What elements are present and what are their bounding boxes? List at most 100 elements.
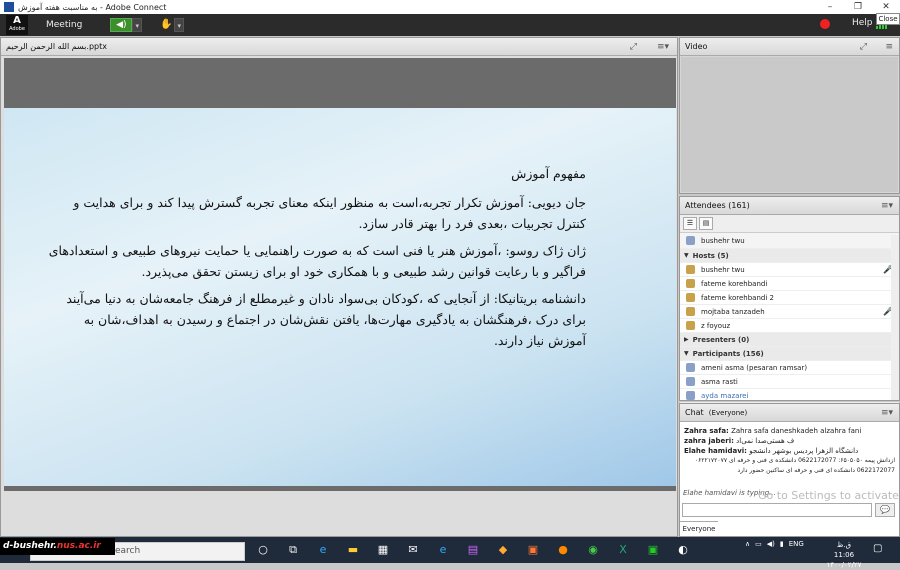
presenters-label: Presenters (0) <box>692 335 750 344</box>
video-pod-header: Video ⤢ ≡ <box>680 38 899 56</box>
status-dropdown-icon[interactable]: ▾ <box>174 18 185 32</box>
system-tray: ∧ ▭ ◀) ▮ ENG <box>745 540 804 548</box>
hosts-section[interactable]: ▼ Hosts (5) <box>680 249 899 263</box>
pod-menu-icon[interactable]: ≡▾ <box>881 201 893 211</box>
notification-icon[interactable]: ▢ <box>873 543 887 556</box>
share-pod-header: بسم الله الرحمن الرحیم.pptx ⤢ ≡▾ <box>1 38 677 56</box>
list-item[interactable]: ameni asma (pesaran ramsar) <box>680 361 899 375</box>
user-icon <box>686 236 695 245</box>
chrome-icon[interactable]: ◉ <box>582 540 604 560</box>
battery-icon[interactable]: ▮ <box>780 540 784 548</box>
participant-icon <box>686 363 695 372</box>
chat-messages: Zahra safa: Zahra safa daneshkadeh alzah… <box>680 422 899 480</box>
firefox-icon[interactable]: ● <box>552 540 574 560</box>
app-icon[interactable]: ▣ <box>522 540 544 560</box>
participants-section[interactable]: ▼ Participants (156) <box>680 347 899 361</box>
share-pod-title: بسم الله الرحمن الرحیم.pptx <box>6 42 107 51</box>
logo-text: Adobe <box>9 26 25 32</box>
pod-menu-icon[interactable]: ≡▾ <box>657 42 669 52</box>
chat-text: ازدانش پیمه ۶۵۰۵۰۵۰: 0622172077 دانشکده … <box>694 457 895 464</box>
chevron-up-icon[interactable]: ∧ <box>745 540 750 548</box>
chat-input[interactable] <box>682 503 872 517</box>
fullscreen-icon[interactable]: ⤢ <box>630 42 637 52</box>
minimize-button[interactable]: – <box>816 0 844 14</box>
close-button[interactable]: ✕ <box>872 0 900 14</box>
slide-text: مفهوم آموزش جان دیویی: آموزش تکرار تجربه… <box>46 163 586 357</box>
window-title: به مناسبت هفته آموزش - Adobe Connect <box>18 2 167 12</box>
clock[interactable]: ق.ظ 11:06 ۱۴۰۰/۰۲/۲۷ <box>826 540 862 570</box>
list-item[interactable]: bushehr twu 🎤 <box>680 263 899 277</box>
slide-paragraph: ژان ژاک روسو: ،آموزش هنر یا فنی است که ب… <box>48 243 586 279</box>
file-explorer-icon[interactable]: ▬ <box>342 540 364 560</box>
host-icon <box>686 265 695 274</box>
app-icon[interactable]: ▣ <box>642 540 664 560</box>
attendee-name: ameni asma (pesaran ramsar) <box>701 363 808 372</box>
list-item[interactable]: fateme korehbandi <box>680 277 899 291</box>
chat-text: Zahra safa daneshkadeh alzahra fani <box>731 427 862 435</box>
search-text: earch <box>115 546 141 556</box>
meeting-menu[interactable]: Meeting <box>46 20 82 30</box>
attendees-pod-header: Attendees (161) ≡▾ <box>680 197 899 215</box>
list-item[interactable]: z foyouz <box>680 319 899 333</box>
excel-icon[interactable]: X <box>612 540 634 560</box>
speaker-dropdown-icon[interactable]: ▾ <box>132 18 143 32</box>
slide-heading: مفهوم آموزش <box>511 166 586 181</box>
menubar: A Adobe Meeting ◀) ▾ ✋ ▾ <box>0 14 900 36</box>
restore-button[interactable]: ❐ <box>844 0 872 14</box>
brand-domain: nus.ac.ir <box>56 541 101 551</box>
record-icon[interactable] <box>820 19 830 29</box>
speaker-icon[interactable]: ◀) <box>110 18 133 32</box>
task-view-icon[interactable]: ⧉ <box>282 540 304 560</box>
list-item[interactable]: mojtaba tanzadeh 🎤 <box>680 305 899 319</box>
presenters-section[interactable]: ▶ Presenters (0) <box>680 333 899 347</box>
brand-text: d-bushehr. <box>3 541 57 551</box>
pod-menu-icon[interactable]: ≡▾ <box>881 408 893 418</box>
share-pod-footer <box>1 491 677 536</box>
slide-paragraph: جان دیویی: آموزش تکرار تجربه،است به منظو… <box>73 195 586 231</box>
chat-message: Zahra safa: Zahra safa daneshkadeh alzah… <box>684 426 895 436</box>
chat-text: ف هستی‌صدا نمی‌اد <box>736 437 795 445</box>
attendees-pod: Attendees (161) ≡▾ ☰ ▤ bushehr twu ▼ Hos… <box>679 196 900 403</box>
cortana-icon[interactable]: ○ <box>252 540 274 560</box>
app-icon[interactable]: ◐ <box>672 540 694 560</box>
site-brand: d-bushehr.nus.ac.ir <box>0 538 115 555</box>
chat-tab-everyone[interactable]: Everyone <box>680 521 718 536</box>
pod-menu-icon[interactable]: ≡ <box>885 42 893 52</box>
help-menu[interactable]: Help <box>852 18 873 28</box>
hosts-label: Hosts (5) <box>692 251 729 260</box>
raise-hand-icon[interactable]: ✋ <box>158 18 174 32</box>
current-user[interactable]: bushehr twu <box>680 233 899 249</box>
chat-sender: Elahe hamidavi: <box>684 447 747 455</box>
language-indicator[interactable]: ENG <box>789 540 804 548</box>
adobe-logo: A Adobe <box>6 15 28 35</box>
fullscreen-icon[interactable]: ⤢ <box>860 42 867 52</box>
attendee-name: fateme korehbandi <box>701 279 768 288</box>
attendee-name: bushehr twu <box>701 265 745 274</box>
chat-pod-header: Chat (Everyone) ≡▾ <box>680 404 899 422</box>
attendee-name: asma rasti <box>701 377 738 386</box>
participant-icon <box>686 377 695 386</box>
user-view-icon[interactable]: ▤ <box>699 217 713 230</box>
video-area <box>681 57 898 192</box>
attendees-scrollbar[interactable] <box>891 235 899 400</box>
attendee-name: fateme korehbandi 2 <box>701 293 774 302</box>
send-icon[interactable]: 💬 <box>875 503 895 517</box>
attendees-toolbar: ☰ ▤ <box>680 215 899 233</box>
app-icon[interactable]: ◆ <box>492 540 514 560</box>
list-item[interactable]: ayda mazarei <box>680 389 899 403</box>
edge-icon[interactable]: e <box>312 540 334 560</box>
list-item[interactable]: asma rasti <box>680 375 899 389</box>
participants-label: Participants (156) <box>692 349 764 358</box>
attendee-name: ayda mazarei <box>701 391 749 400</box>
expand-arrow-icon: ▼ <box>684 252 689 259</box>
list-view-icon[interactable]: ☰ <box>683 217 697 230</box>
app-icon[interactable]: ▤ <box>462 540 484 560</box>
chat-text: 0622172077 دانشکده ای فنی و حرفه ای ساکن… <box>737 467 895 474</box>
ie-icon[interactable]: e <box>432 540 454 560</box>
list-item[interactable]: fateme korehbandi 2 <box>680 291 899 305</box>
network-icon[interactable]: ▭ <box>755 540 762 548</box>
taskbar-apps: ○ ⧉ e ▬ ▦ ✉ e ▤ ◆ ▣ ● ◉ X ▣ ◐ <box>252 540 694 560</box>
mail-icon[interactable]: ✉ <box>402 540 424 560</box>
volume-icon[interactable]: ◀) <box>767 540 775 548</box>
store-icon[interactable]: ▦ <box>372 540 394 560</box>
